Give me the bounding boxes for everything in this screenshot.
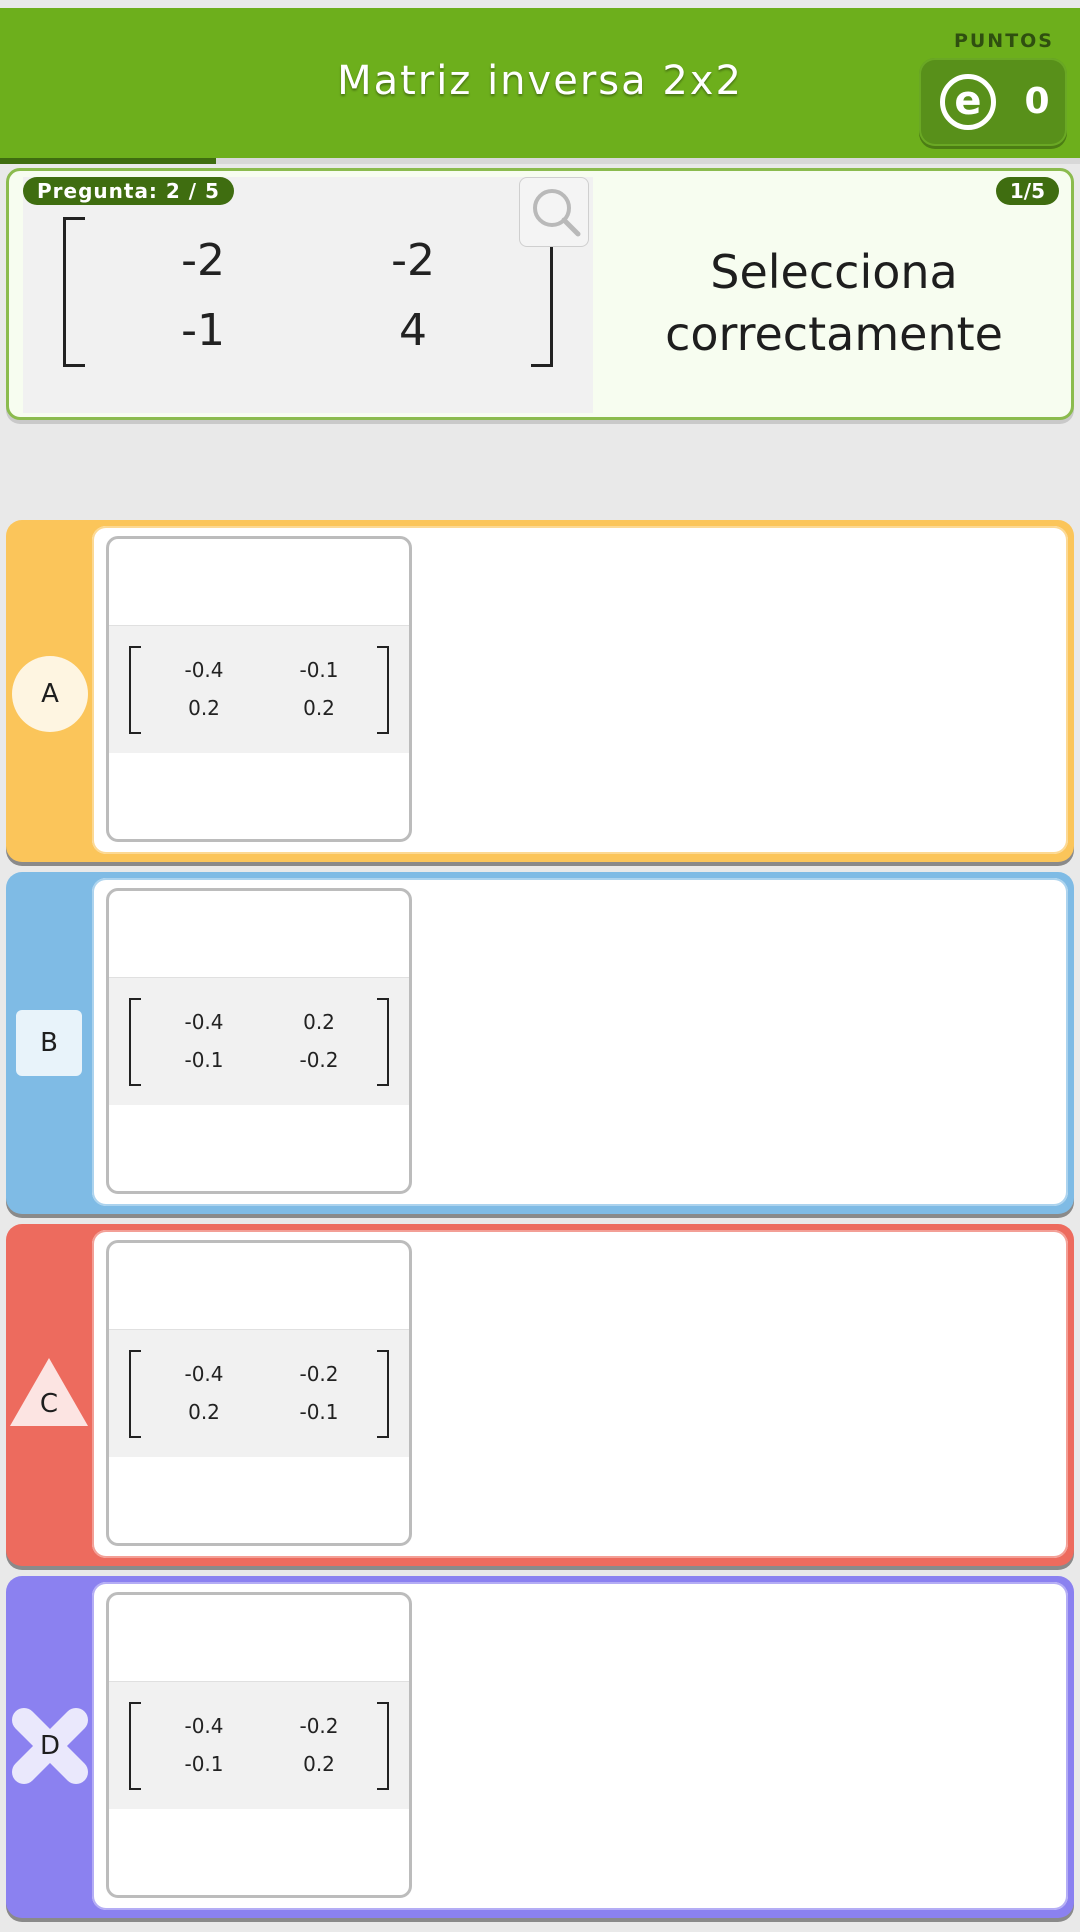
question-counter-badge: 1/5 [995, 177, 1059, 205]
bracket-right [377, 998, 389, 1086]
points-label: PUNTOS [953, 30, 1054, 52]
question-prompt: Selecciona correctamente [609, 241, 1059, 365]
option-letter: A [41, 679, 59, 709]
option-matrix-strip: -0.4 -0.2 -0.1 0.2 [109, 1681, 409, 1809]
points-badge: e 0 [919, 58, 1067, 146]
bracket-left [129, 1350, 141, 1438]
top-bar: Matriz inversa 2x2 PUNTOS e 0 [0, 8, 1080, 160]
matrix-cell: 0.2 [188, 1400, 220, 1424]
bracket-right [377, 1350, 389, 1438]
option-a-shape: A [12, 656, 88, 732]
bracket-left [129, 646, 141, 734]
matrix-cell: -0.2 [299, 1714, 339, 1738]
option-a-image: -0.4 -0.1 0.2 0.2 [106, 536, 412, 842]
question-matrix: -2 -2 -1 4 [63, 217, 553, 367]
option-letter: B [40, 1028, 58, 1058]
answer-option-b[interactable]: B -0.4 0.2 -0.1 -0.2 [6, 872, 1074, 1214]
question-number-badge: Pregunta: 2 / 5 [23, 177, 234, 205]
option-matrix-strip: -0.4 -0.1 0.2 0.2 [109, 625, 409, 753]
option-c-image: -0.4 -0.2 0.2 -0.1 [106, 1240, 412, 1546]
matrix-cell: -0.1 [184, 1752, 224, 1776]
question-card: -2 -2 -1 4 Pregunta: 2 / 5 1/5 Seleccion… [6, 168, 1074, 420]
option-matrix-strip: -0.4 0.2 -0.1 -0.2 [109, 977, 409, 1105]
zoom-button[interactable] [519, 177, 589, 247]
matrix-cell: -0.1 [184, 1048, 224, 1072]
matrix-cell: -2 [391, 235, 435, 286]
option-b-shape: B [16, 1010, 82, 1076]
bracket-right [377, 646, 389, 734]
matrix-cell: -0.4 [184, 1714, 224, 1738]
matrix-cell: -0.2 [299, 1048, 339, 1072]
option-matrix-strip: -0.4 -0.2 0.2 -0.1 [109, 1329, 409, 1457]
prompt-line-1: Selecciona [710, 245, 958, 299]
matrix-cell: -0.4 [184, 658, 224, 682]
matrix-cell: -0.4 [184, 1362, 224, 1386]
matrix-cell: 0.2 [188, 696, 220, 720]
option-a-matrix: -0.4 -0.1 0.2 0.2 [129, 646, 389, 734]
matrix-cell: 4 [399, 305, 427, 356]
progress-bar [0, 158, 1080, 164]
option-d-matrix: -0.4 -0.2 -0.1 0.2 [129, 1702, 389, 1790]
option-c-matrix: -0.4 -0.2 0.2 -0.1 [129, 1350, 389, 1438]
matrix-cell: -2 [181, 235, 225, 286]
progress-fill [0, 158, 216, 164]
matrix-cell: -0.1 [299, 1400, 339, 1424]
option-c-shape: C [10, 1358, 88, 1426]
coin-icon: e [940, 74, 996, 130]
answer-option-a[interactable]: A -0.4 -0.1 0.2 0.2 [6, 520, 1074, 862]
option-letter: C [39, 1389, 59, 1419]
matrix-cell: 0.2 [303, 696, 335, 720]
question-image: -2 -2 -1 4 [23, 177, 593, 413]
points-value: 0 [1024, 81, 1050, 122]
matrix-cell: -0.2 [299, 1362, 339, 1386]
matrix-cell: -0.1 [299, 658, 339, 682]
option-d-image: -0.4 -0.2 -0.1 0.2 [106, 1592, 412, 1898]
option-b-matrix: -0.4 0.2 -0.1 -0.2 [129, 998, 389, 1086]
matrix-cell: -1 [181, 305, 225, 356]
bracket-left [129, 1702, 141, 1790]
option-letter: D [39, 1731, 61, 1761]
bracket-right [377, 1702, 389, 1790]
bracket-left [63, 217, 85, 367]
answer-option-d[interactable]: D -0.4 -0.2 -0.1 0.2 [6, 1576, 1074, 1918]
magnifier-icon [533, 189, 581, 237]
prompt-line-2: correctamente [665, 307, 1003, 361]
bracket-left [129, 998, 141, 1086]
matrix-cell: 0.2 [303, 1752, 335, 1776]
matrix-cell: 0.2 [303, 1010, 335, 1034]
answer-option-c[interactable]: C -0.4 -0.2 0.2 -0.1 [6, 1224, 1074, 1566]
matrix-cell: -0.4 [184, 1010, 224, 1034]
option-b-image: -0.4 0.2 -0.1 -0.2 [106, 888, 412, 1194]
page-title: Matriz inversa 2x2 [337, 58, 743, 104]
option-d-shape: D [12, 1708, 88, 1784]
